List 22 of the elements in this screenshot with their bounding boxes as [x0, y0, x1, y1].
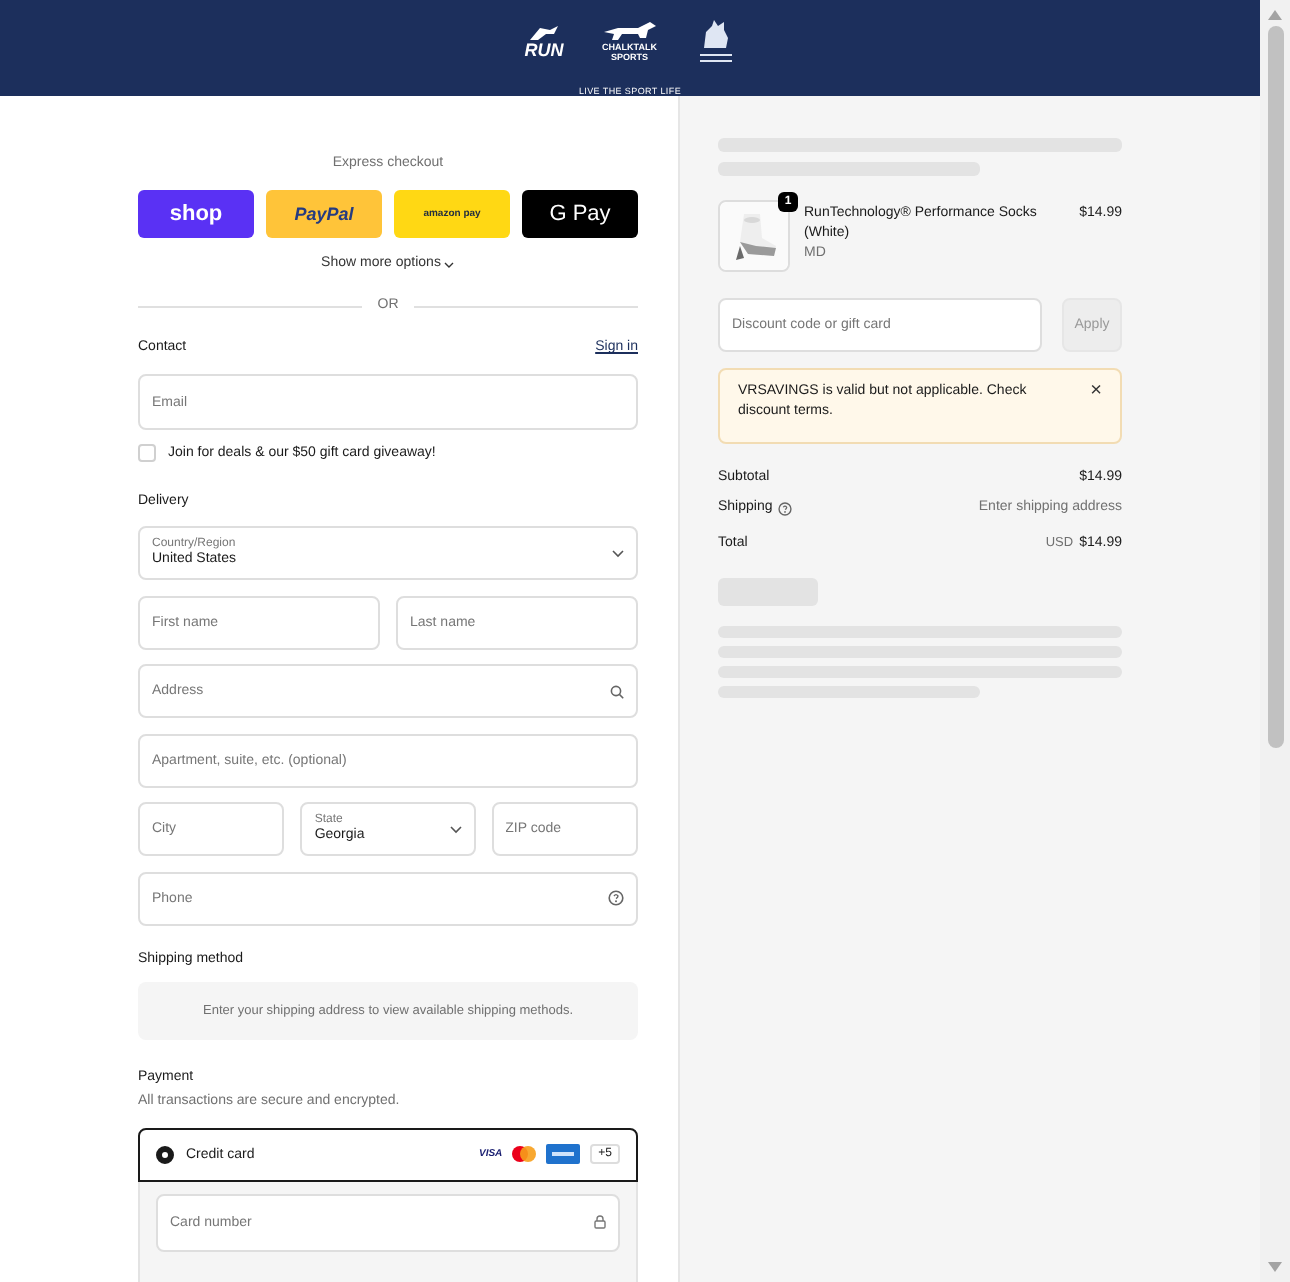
caret-icon — [612, 549, 624, 557]
radio-button[interactable] — [156, 1145, 174, 1163]
logo-text: RUN — [524, 42, 564, 60]
caret-icon — [449, 825, 462, 833]
search-icon — [610, 684, 624, 698]
caret-icon — [444, 261, 455, 267]
gpay-button[interactable]: G Pay — [522, 190, 638, 238]
dog-icon — [601, 22, 658, 42]
help-icon[interactable] — [608, 890, 624, 906]
overlapping-circles-icon — [512, 1146, 537, 1162]
paypal-button[interactable]: PayPal — [266, 190, 382, 238]
help-icon[interactable] — [778, 501, 793, 515]
checkbox[interactable] — [138, 444, 156, 462]
scroll-up-arrow-icon[interactable] — [1268, 10, 1282, 20]
runner-icon — [526, 24, 562, 42]
shop-button[interactable]: shop — [138, 190, 254, 238]
scrollbar-thumb[interactable] — [1267, 26, 1283, 748]
lock-icon — [594, 1215, 606, 1229]
cat-logo-icon — [695, 20, 736, 64]
card-icon — [546, 1144, 581, 1164]
close-button[interactable]: × — [1090, 382, 1102, 402]
scroll-down-arrow-icon[interactable] — [1268, 1262, 1282, 1272]
